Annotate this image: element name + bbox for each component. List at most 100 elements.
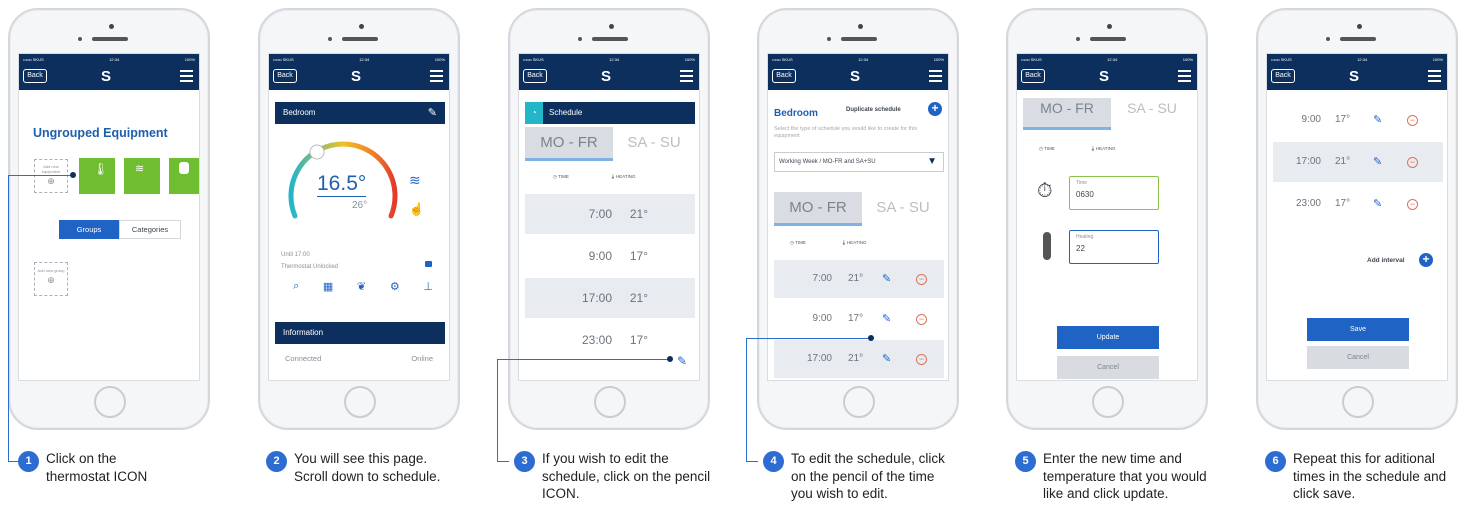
schedule-row-3: 23:00 17° — [525, 320, 695, 360]
heat-waves-icon: ≋ — [409, 172, 421, 188]
brand-logo: S — [601, 68, 612, 85]
update-button[interactable]: Update — [1057, 326, 1159, 349]
add-interval-label[interactable]: Add interval — [1367, 257, 1405, 264]
step-text: Click on the thermostat ICON — [46, 451, 148, 484]
add-interval-plus-icon[interactable]: + — [1419, 253, 1433, 267]
wifi-tile[interactable]: ≋ — [124, 158, 160, 194]
schedule-type-select[interactable]: Working Week / MO-FR and SA+SU ▼ — [774, 152, 944, 172]
connected-value: Online — [411, 354, 433, 363]
duplicate-plus-icon[interactable]: + — [928, 102, 942, 116]
back-button[interactable]: Back — [523, 69, 547, 83]
step-text: Repeat this for aditional times in the s… — [1293, 451, 1447, 501]
tab-mo-fr[interactable]: MO - FR — [774, 192, 862, 226]
phone-1-screen: •••oo SKUS 12:34 100% Back S Ungrouped Equ… — [18, 53, 200, 381]
phone-3: •••oo SKUS 12:34 100% Back S ◔ Schedule MO… — [508, 8, 710, 430]
clock-icon: ◔ — [525, 102, 543, 124]
pencil-icon[interactable]: ✎ — [1373, 113, 1382, 126]
connector-dot-1 — [70, 172, 76, 178]
tab-sa-su[interactable]: SA - SU — [613, 127, 695, 161]
time-field[interactable]: Time 0630 — [1069, 176, 1159, 210]
remove-icon[interactable]: − — [916, 274, 927, 285]
pencil-icon[interactable]: ✎ — [677, 354, 687, 368]
pencil-icon[interactable]: ✎ — [1373, 197, 1382, 210]
pencil-icon[interactable]: ✎ — [882, 312, 891, 325]
thermostat-tile[interactable]: 🌡 — [79, 158, 115, 194]
nav-bar: Back S — [1017, 64, 1197, 90]
home-button — [1092, 386, 1124, 418]
back-button[interactable]: Back — [1021, 69, 1045, 83]
search-icon[interactable]: ⌕ — [293, 280, 299, 293]
remove-icon[interactable]: − — [1407, 115, 1418, 126]
tab-mo-fr[interactable]: MO - FR — [1023, 98, 1111, 130]
hamburger-menu-icon[interactable] — [929, 70, 942, 85]
tab-groups[interactable]: Groups — [59, 220, 119, 239]
hamburger-menu-icon[interactable] — [680, 70, 693, 85]
column-headers: ◷ TIME 🌡HEATING — [1039, 146, 1116, 151]
schedule-row-2: 17:00 21° — [525, 278, 695, 318]
tab-mo-fr[interactable]: MO - FR — [525, 127, 613, 161]
cancel-button[interactable]: Cancel — [1057, 356, 1159, 379]
remove-icon[interactable]: − — [1407, 199, 1418, 210]
wifi-icon: ≋ — [135, 163, 145, 175]
tab-sa-su[interactable]: SA - SU — [862, 192, 944, 226]
step-text: You will see this page. Scroll down to s… — [294, 451, 441, 484]
pencil-icon[interactable]: ✎ — [882, 272, 891, 285]
cancel-button[interactable]: Cancel — [1307, 346, 1409, 369]
schedule-row-0: 9:00 17° ✎ − — [1273, 100, 1443, 140]
remove-icon[interactable]: − — [916, 314, 927, 325]
back-button[interactable]: Back — [23, 69, 47, 83]
gear-icon[interactable]: ⚙ — [390, 280, 400, 293]
step-number: 1 — [18, 451, 39, 472]
hamburger-menu-icon[interactable] — [430, 70, 443, 85]
leaf-icon[interactable]: ❦ — [357, 280, 366, 293]
target-temperature: 26° — [352, 200, 368, 211]
status-bar: •••oo SKUS 12:34 100% — [519, 54, 699, 64]
room-header: Bedroom ✎ — [275, 102, 445, 124]
calendar-icon[interactable]: ▦ — [323, 280, 333, 293]
remove-icon[interactable]: − — [1407, 157, 1418, 168]
duplicate-schedule-label[interactable]: Duplicate schedule — [846, 107, 901, 113]
step-1: 1 Click on the thermostat ICON — [18, 450, 181, 485]
tab-categories[interactable]: Categories — [119, 220, 181, 239]
pencil-icon[interactable]: ✎ — [1373, 155, 1382, 168]
add-group-tile[interactable]: Add new group ⊕ — [34, 262, 68, 296]
schedule-row-1: 9:00 17° ✎ − — [774, 300, 944, 338]
step-number: 6 — [1265, 451, 1286, 472]
hamburger-menu-icon[interactable] — [180, 70, 193, 85]
heating-field[interactable]: Heating 22 — [1069, 230, 1159, 264]
nav-bar: Back S — [1267, 64, 1447, 90]
save-button[interactable]: Save — [1307, 318, 1409, 341]
status-bar: •••oo SKUS 12:34 100% — [768, 54, 948, 64]
phone-5-screen: •••oo SKUS 12:34 100% Back S MO - FR SA - … — [1016, 53, 1198, 381]
information-header: Information — [275, 322, 445, 344]
back-button[interactable]: Back — [772, 69, 796, 83]
back-button[interactable]: Back — [1271, 69, 1295, 83]
plug-tile[interactable] — [169, 158, 199, 194]
step-2: 2 You will see this page. Scroll down to… — [266, 450, 464, 485]
step-number: 5 — [1015, 451, 1036, 472]
home-button — [843, 386, 875, 418]
pencil-icon[interactable]: ✎ — [882, 352, 891, 365]
status-bar: •••oo SKUS 12:34 100% — [1017, 54, 1197, 64]
schedule-row-1: 9:00 17° — [525, 236, 695, 276]
back-button[interactable]: Back — [273, 69, 297, 83]
connector-dot-3 — [667, 356, 673, 362]
pin-icon[interactable]: ⊥ — [423, 280, 433, 293]
action-icons-row: ⌕ ▦ ❦ ⚙ ⊥ — [293, 280, 433, 293]
add-equipment-tile[interactable]: Add new equipment ⊕ — [34, 159, 68, 193]
pencil-icon[interactable]: ✎ — [428, 102, 437, 124]
phone-4: •••oo SKUS 12:34 100% Back S Bedroom Dupli… — [757, 8, 959, 430]
schedule-row-1: 17:00 21° ✎ − — [1273, 142, 1443, 182]
hamburger-menu-icon[interactable] — [1178, 70, 1191, 85]
phone-2-screen: •••oo SKUS 12:34 100% Back S Bedroom ✎ 16.… — [268, 53, 450, 381]
tab-sa-su[interactable]: SA - SU — [1111, 98, 1193, 130]
brand-logo: S — [351, 68, 362, 85]
hamburger-menu-icon[interactable] — [1428, 70, 1441, 85]
lock-icon[interactable] — [425, 261, 432, 267]
connector-line-1-vertical — [8, 175, 9, 461]
page-title: Ungrouped Equipment — [33, 126, 168, 140]
remove-icon[interactable]: − — [916, 354, 927, 365]
schedule-hint: Select the type of schedule you would li… — [774, 126, 918, 139]
column-headers: ◷ TIME 🌡HEATING — [790, 240, 867, 245]
phone-4-screen: •••oo SKUS 12:34 100% Back S Bedroom Dupli… — [767, 53, 949, 381]
